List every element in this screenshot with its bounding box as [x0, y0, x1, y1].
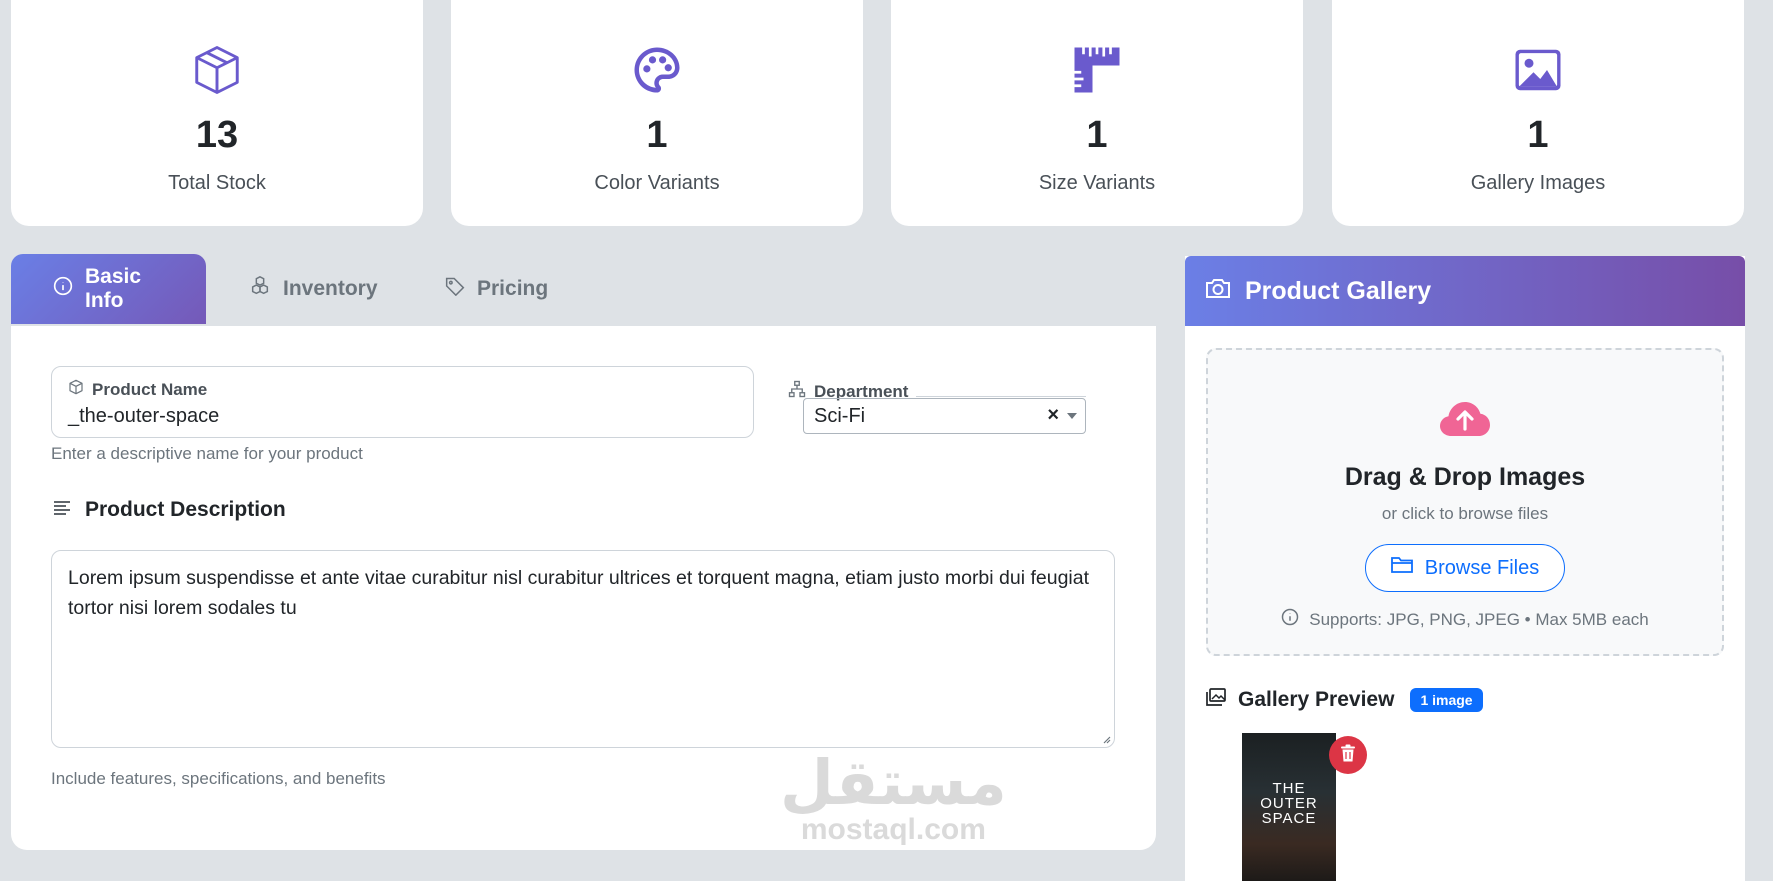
clear-selection-button[interactable]: ×	[1047, 404, 1059, 427]
stat-value: 1	[646, 114, 668, 156]
department-value: Sci-Fi	[814, 404, 866, 427]
gallery-title: Product Gallery	[1245, 276, 1432, 305]
stat-card-color-variants: 1 Color Variants	[451, 0, 863, 226]
basic-info-panel: Product Name _the-outer-space Enter a de…	[11, 326, 1156, 850]
tab-pricing[interactable]: Pricing	[445, 254, 548, 324]
image-count-badge: 1 image	[1410, 688, 1483, 712]
info-circle-icon	[1281, 608, 1299, 631]
delete-image-button[interactable]	[1329, 736, 1367, 774]
tab-bar: Basic Info Inventory Pricing	[11, 254, 1156, 326]
stat-label: Gallery Images	[1470, 172, 1606, 194]
boxes-icon	[249, 275, 271, 303]
resize-handle-icon[interactable]	[1101, 734, 1111, 744]
product-name-input[interactable]: _the-outer-space	[68, 405, 737, 428]
stat-value: 1	[1527, 114, 1549, 156]
tab-label: Basic Info	[85, 265, 142, 312]
stat-card-gallery-images: 1 Gallery Images	[1332, 0, 1744, 226]
chevron-down-icon[interactable]	[1067, 413, 1077, 419]
image-icon	[1510, 42, 1566, 98]
box-icon	[68, 379, 84, 400]
department-select[interactable]: Sci-Fi ×	[803, 398, 1086, 434]
cloud-upload-icon	[1439, 400, 1491, 443]
stat-card-size-variants: 1 Size Variants	[891, 0, 1303, 226]
product-gallery-card: Product Gallery Drag & Drop Images or cl…	[1185, 256, 1745, 881]
tag-icon	[445, 276, 465, 302]
description-hint: Include features, specifications, and be…	[51, 769, 386, 788]
product-name-label-row: Product Name	[68, 379, 737, 400]
trash-icon	[1340, 744, 1356, 767]
image-dropzone[interactable]: Drag & Drop Images or click to browse fi…	[1206, 348, 1724, 656]
thumbnail-title: THE OUTER SPACE	[1260, 780, 1318, 827]
stat-label: Color Variants	[594, 172, 720, 194]
tab-label: Inventory	[283, 277, 378, 300]
tab-inventory[interactable]: Inventory	[249, 254, 378, 324]
gallery-thumbnail[interactable]: THE OUTER SPACE	[1242, 733, 1336, 881]
stat-value: 1	[1086, 114, 1108, 156]
gallery-preview-title: Gallery Preview	[1238, 688, 1395, 711]
gallery-preview-heading: Gallery Preview 1 image	[1206, 688, 1483, 712]
ruler-icon	[1069, 42, 1125, 98]
folder-icon	[1390, 556, 1413, 580]
box-icon	[189, 42, 245, 98]
dropzone-subtitle: or click to browse files	[1381, 504, 1549, 523]
dropzone-title: Drag & Drop Images	[1344, 463, 1586, 491]
palette-icon	[629, 42, 685, 98]
description-text: Lorem ipsum suspendisse et ante vitae cu…	[68, 567, 1090, 619]
description-label: Product Description	[85, 498, 286, 521]
product-name-hint: Enter a descriptive name for your produc…	[51, 444, 363, 463]
align-left-icon	[53, 498, 71, 522]
images-icon	[1206, 688, 1226, 712]
gallery-header: Product Gallery	[1185, 256, 1745, 326]
browse-files-button[interactable]: Browse Files	[1365, 544, 1565, 592]
stat-label: Size Variants	[1038, 172, 1156, 194]
dropzone-note: Supports: JPG, PNG, JPEG • Max 5MB each	[1281, 608, 1649, 631]
browse-files-label: Browse Files	[1424, 556, 1540, 579]
divider	[916, 396, 1086, 397]
camera-icon	[1205, 277, 1231, 306]
stat-card-total-stock: 13 Total Stock	[11, 0, 423, 226]
tab-basic-info[interactable]: Basic Info	[11, 254, 206, 324]
stat-value: 13	[195, 114, 239, 156]
dropzone-note-text: Supports: JPG, PNG, JPEG • Max 5MB each	[1309, 609, 1649, 629]
stat-label: Total Stock	[168, 172, 266, 194]
product-name-label: Product Name	[92, 379, 208, 399]
info-circle-icon	[53, 276, 73, 302]
product-name-field[interactable]: Product Name _the-outer-space	[51, 366, 754, 438]
tab-label: Pricing	[477, 277, 549, 300]
description-textarea[interactable]: Lorem ipsum suspendisse et ante vitae cu…	[51, 550, 1115, 748]
description-heading: Product Description	[53, 498, 286, 522]
